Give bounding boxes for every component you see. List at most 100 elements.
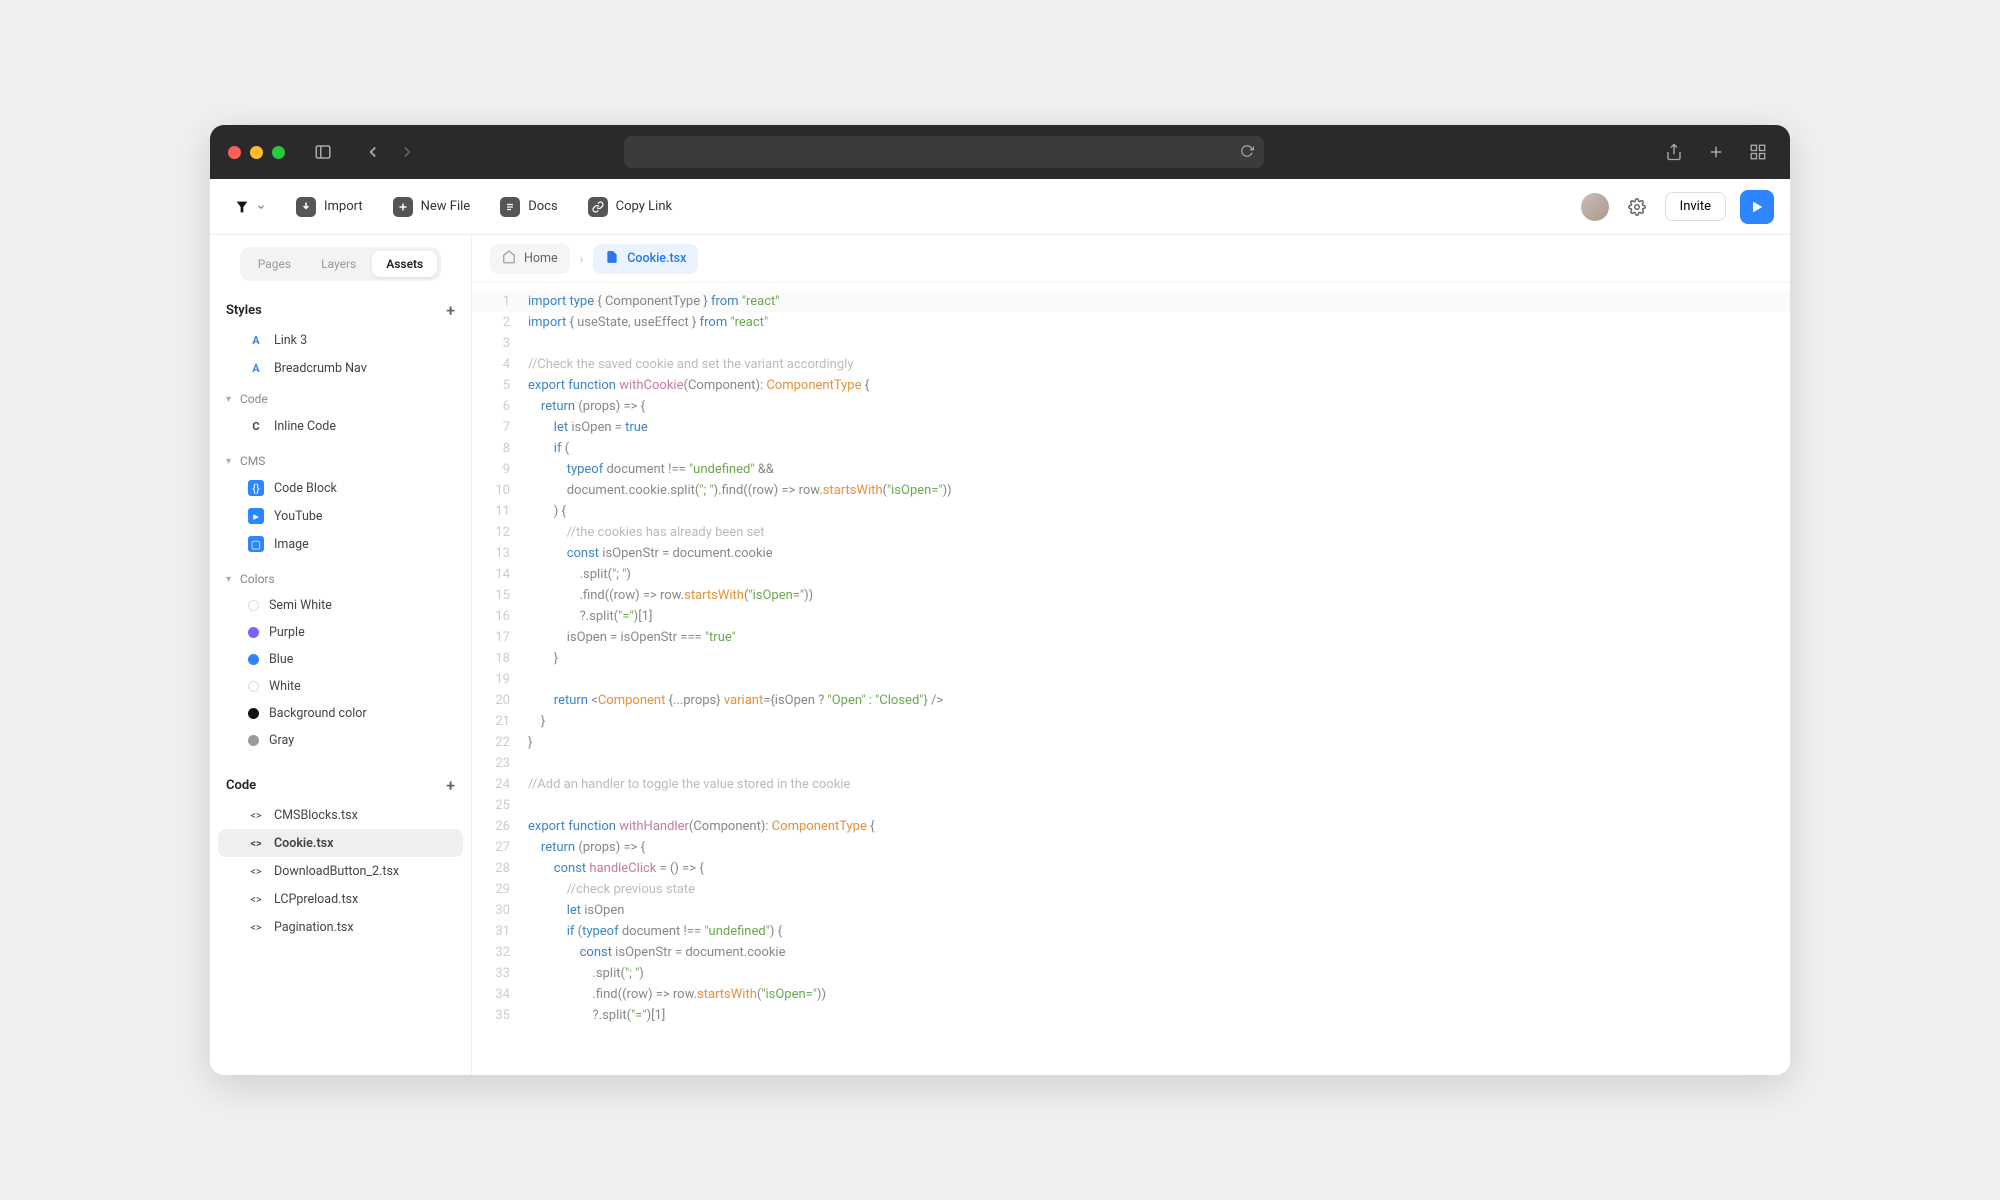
refresh-icon[interactable] xyxy=(1240,143,1254,162)
new-file-button[interactable]: New File xyxy=(385,191,479,223)
code-line[interactable]: 2import { useState, useEffect } from "re… xyxy=(472,312,1790,333)
file-downloadbutton[interactable]: <>DownloadButton_2.tsx xyxy=(218,857,463,885)
code-line[interactable]: 26export function withHandler(Component)… xyxy=(472,816,1790,837)
style-inline-code[interactable]: C Inline Code xyxy=(218,412,463,440)
share-icon[interactable] xyxy=(1660,138,1688,166)
code-line[interactable]: 18 } xyxy=(472,648,1790,669)
cms-image[interactable]: ▢Image xyxy=(218,530,463,558)
code-line[interactable]: 15 .find((row) => row.startsWith("isOpen… xyxy=(472,585,1790,606)
color-swatch-icon xyxy=(248,654,259,665)
code-line[interactable]: 20 return <Component {...props} variant=… xyxy=(472,690,1790,711)
tabs-grid-icon[interactable] xyxy=(1744,138,1772,166)
color-background[interactable]: Background color xyxy=(218,700,463,727)
breadcrumb-file[interactable]: Cookie.tsx xyxy=(593,244,698,274)
nav-forward-icon[interactable] xyxy=(393,138,421,166)
sidebar-toggle-icon[interactable] xyxy=(309,138,337,166)
file-cookie[interactable]: <>Cookie.tsx xyxy=(218,829,463,857)
maximize-window-icon[interactable] xyxy=(272,146,285,159)
add-code-button[interactable]: + xyxy=(446,776,455,795)
code-content: isOpen = isOpenStr === "true" xyxy=(528,627,736,648)
import-button[interactable]: Import xyxy=(288,191,371,223)
code-line[interactable]: 22} xyxy=(472,732,1790,753)
settings-button[interactable] xyxy=(1623,193,1651,221)
close-window-icon[interactable] xyxy=(228,146,241,159)
code-line[interactable]: 3 xyxy=(472,333,1790,354)
browser-titlebar xyxy=(210,125,1790,179)
url-bar[interactable] xyxy=(624,136,1264,168)
codeblock-icon: {} xyxy=(248,480,264,496)
color-white[interactable]: White xyxy=(218,673,463,700)
code-line[interactable]: 5export function withCookie(Component): … xyxy=(472,375,1790,396)
sidebar: Pages Layers Assets Styles + A Link 3 A … xyxy=(210,235,472,1075)
cms-codeblock[interactable]: {}Code Block xyxy=(218,474,463,502)
group-colors[interactable]: ▾Colors xyxy=(210,566,471,592)
breadcrumb-home[interactable]: Home xyxy=(490,244,570,274)
code-line[interactable]: 28 const handleClick = () => { xyxy=(472,858,1790,879)
nav-back-icon[interactable] xyxy=(359,138,387,166)
code-line[interactable]: 6 return (props) => { xyxy=(472,396,1790,417)
copy-link-button[interactable]: Copy Link xyxy=(580,191,680,223)
code-line[interactable]: 19 xyxy=(472,669,1790,690)
app-menu-dropdown[interactable] xyxy=(226,195,274,219)
code-line[interactable]: 24//Add an handler to toggle the value s… xyxy=(472,774,1790,795)
code-line[interactable]: 27 return (props) => { xyxy=(472,837,1790,858)
item-label: LCPpreload.tsx xyxy=(274,892,358,907)
code-content xyxy=(528,669,531,690)
docs-button[interactable]: Docs xyxy=(492,191,565,223)
tab-pages[interactable]: Pages xyxy=(244,251,305,277)
minimize-window-icon[interactable] xyxy=(250,146,263,159)
code-line[interactable]: 35 ?.split("=")[1] xyxy=(472,1005,1790,1026)
line-number: 34 xyxy=(472,984,528,1005)
code-line[interactable]: 4//Check the saved cookie and set the va… xyxy=(472,354,1790,375)
file-pagination[interactable]: <>Pagination.tsx xyxy=(218,913,463,941)
code-line[interactable]: 29 //check previous state xyxy=(472,879,1790,900)
code-line[interactable]: 7 let isOpen = true xyxy=(472,417,1790,438)
code-line[interactable]: 12 //the cookies has already been set xyxy=(472,522,1790,543)
color-gray[interactable]: Gray xyxy=(218,727,463,754)
code-line[interactable]: 33 .split("; ") xyxy=(472,963,1790,984)
code-line[interactable]: 17 isOpen = isOpenStr === "true" xyxy=(472,627,1790,648)
file-cmsblocks[interactable]: <>CMSBlocks.tsx xyxy=(218,801,463,829)
code-line[interactable]: 31 if (typeof document !== "undefined") … xyxy=(472,921,1790,942)
group-cms[interactable]: ▾CMS xyxy=(210,448,471,474)
code-line[interactable]: 11 ) { xyxy=(472,501,1790,522)
tab-layers[interactable]: Layers xyxy=(307,251,370,277)
window-controls xyxy=(228,146,285,159)
style-item-label: Breadcrumb Nav xyxy=(274,361,367,376)
code-editor[interactable]: 1import type { ComponentType } from "rea… xyxy=(472,283,1790,1075)
code-line[interactable]: 1import type { ComponentType } from "rea… xyxy=(472,291,1790,312)
invite-button[interactable]: Invite xyxy=(1665,192,1726,221)
code-content: import type { ComponentType } from "reac… xyxy=(528,291,779,312)
code-line[interactable]: 23 xyxy=(472,753,1790,774)
docs-label: Docs xyxy=(528,199,557,214)
user-avatar[interactable] xyxy=(1581,193,1609,221)
code-line[interactable]: 13 const isOpenStr = document.cookie xyxy=(472,543,1790,564)
tab-assets[interactable]: Assets xyxy=(372,251,437,277)
line-number: 27 xyxy=(472,837,528,858)
color-purple[interactable]: Purple xyxy=(218,619,463,646)
code-line[interactable]: 32 const isOpenStr = document.cookie xyxy=(472,942,1790,963)
group-code[interactable]: ▾Code xyxy=(210,386,471,412)
new-tab-icon[interactable] xyxy=(1702,138,1730,166)
color-blue[interactable]: Blue xyxy=(218,646,463,673)
cms-youtube[interactable]: ▸YouTube xyxy=(218,502,463,530)
code-line[interactable]: 30 let isOpen xyxy=(472,900,1790,921)
code-line[interactable]: 9 typeof document !== "undefined" && xyxy=(472,459,1790,480)
file-lcppreload[interactable]: <>LCPpreload.tsx xyxy=(218,885,463,913)
style-item-link3[interactable]: A Link 3 xyxy=(218,326,463,354)
add-style-button[interactable]: + xyxy=(446,301,455,320)
code-line[interactable]: 25 xyxy=(472,795,1790,816)
play-button[interactable] xyxy=(1740,190,1774,224)
color-semiwhite[interactable]: Semi White xyxy=(218,592,463,619)
code-line[interactable]: 8 if ( xyxy=(472,438,1790,459)
line-number: 10 xyxy=(472,480,528,501)
style-item-breadcrumb[interactable]: A Breadcrumb Nav xyxy=(218,354,463,382)
code-line[interactable]: 14 .split("; ") xyxy=(472,564,1790,585)
line-number: 20 xyxy=(472,690,528,711)
code-line[interactable]: 21 } xyxy=(472,711,1790,732)
code-line[interactable]: 10 document.cookie.split("; ").find((row… xyxy=(472,480,1790,501)
item-label: Image xyxy=(274,537,309,552)
code-line[interactable]: 34 .find((row) => row.startsWith("isOpen… xyxy=(472,984,1790,1005)
line-number: 11 xyxy=(472,501,528,522)
code-line[interactable]: 16 ?.split("=")[1] xyxy=(472,606,1790,627)
